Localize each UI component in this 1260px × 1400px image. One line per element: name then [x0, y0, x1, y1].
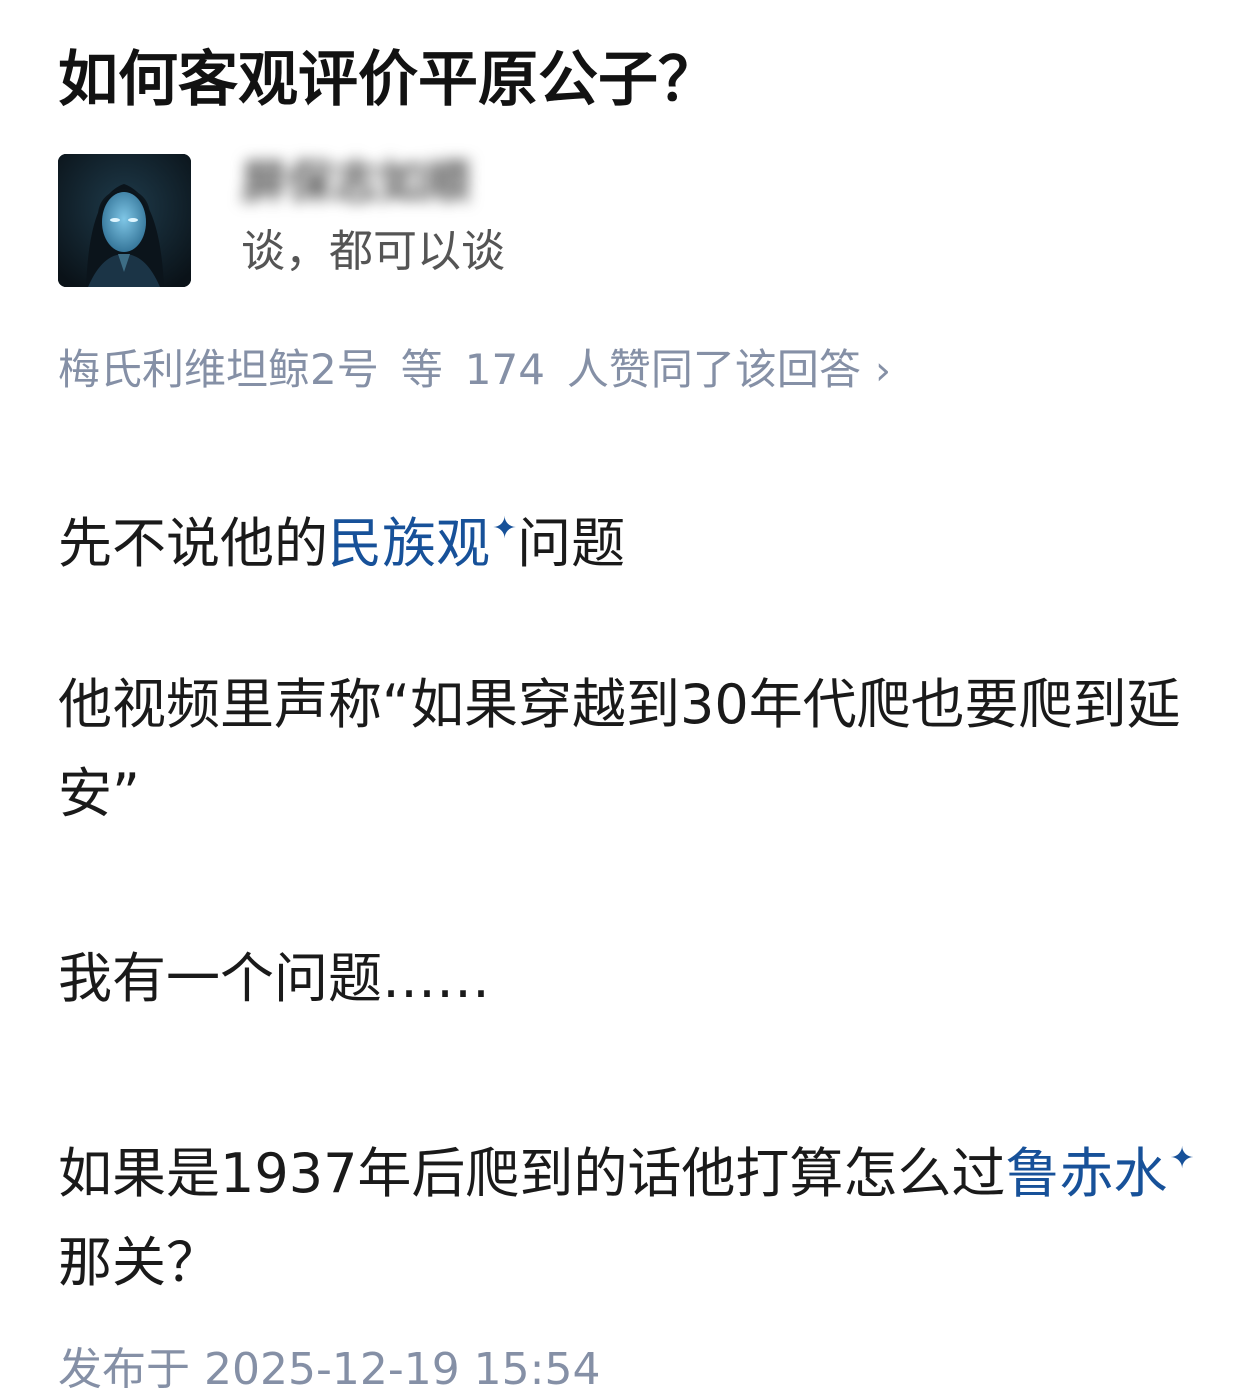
paragraph-text: 问题 [517, 512, 626, 575]
publish-time: 发布于 2025-12-19 15:54 [58, 1344, 601, 1395]
paragraph: 如果是1937年后爬到的话他打算怎么过鲁赤水✦ 那关？ [58, 1114, 1218, 1307]
voter-name[interactable]: 梅氏利维坦鲸2号 [58, 345, 379, 394]
chevron-right-icon: › [874, 348, 891, 394]
paragraph-text: 先不说他的 [58, 512, 328, 575]
paragraph: 先不说他的民族观✦问题 [58, 484, 625, 588]
author-name[interactable]: 屏保志如顺 [241, 154, 471, 210]
voters-summary[interactable]: 梅氏利维坦鲸2号等 174 人赞同了该回答 › [58, 340, 891, 401]
keyword-link-luchishui[interactable]: 鲁赤水 [1005, 1142, 1167, 1205]
question-title[interactable]: 如何客观评价平原公子？ [58, 38, 718, 122]
sparkle-icon: ✦ [1169, 1141, 1195, 1176]
voters-suffix: 人赞同了该回答 [566, 345, 861, 394]
paragraph-text: 如果是1937年后爬到的话他打算怎么过 [58, 1142, 1006, 1205]
paragraph: 他视频里声称“如果穿越到30年代爬也要爬到延安” [58, 673, 1181, 825]
sparkle-icon: ✦ [492, 511, 518, 546]
voters-etc: 等 [400, 345, 443, 394]
portrait-avatar-icon [58, 154, 191, 287]
author-bio: 谈，都可以谈 [241, 226, 505, 277]
voters-count: 174 [464, 345, 545, 394]
keyword-link-minzuguan[interactable]: 民族观 [328, 512, 490, 575]
author-avatar[interactable] [58, 154, 191, 287]
paragraph-text: 那关？ [58, 1231, 220, 1294]
paragraph: 我有一个问题…… [58, 947, 490, 1010]
author-info: 屏保志如顺 谈，都可以谈 [58, 154, 1158, 287]
